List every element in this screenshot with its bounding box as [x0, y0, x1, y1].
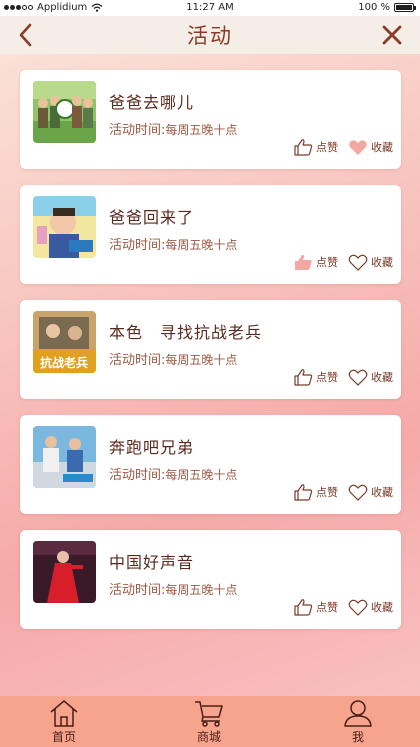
heart-icon: [348, 599, 368, 616]
thumbs-up-icon: [294, 139, 313, 156]
activity-time: 活动时间:每周五晚十点: [109, 119, 237, 138]
home-icon: [50, 700, 78, 727]
tab-me-label: 我: [351, 730, 364, 744]
time-label: 活动时间:: [109, 353, 166, 368]
activity-title: 奔跑吧兄弟: [109, 438, 195, 457]
favorite-button[interactable]: 收藏: [348, 254, 393, 271]
activity-actions: 点赞 收藏: [293, 138, 393, 156]
like-button[interactable]: 点赞: [293, 253, 338, 271]
time-value: 每周五晚十点: [165, 238, 238, 252]
favorite-label: 收藏: [371, 141, 393, 154]
activity-card[interactable]: 中国好声音 活动时间:每周五晚十点 点赞 收藏: [20, 530, 401, 629]
activity-actions: 点赞 收藏: [293, 598, 393, 616]
thumbs-up-icon: [294, 369, 313, 386]
favorite-button[interactable]: 收藏: [348, 139, 393, 156]
like-label: 点赞: [316, 486, 338, 499]
thumbs-up-filled-icon: [295, 254, 312, 270]
thumbs-up-icon: [294, 484, 313, 501]
favorite-button[interactable]: 收藏: [348, 599, 393, 616]
nav-bar: 活动: [0, 16, 420, 54]
activity-time: 活动时间:每周五晚十点: [109, 579, 237, 598]
time-label: 活动时间:: [109, 123, 166, 138]
time-value: 每周五晚十点: [165, 583, 238, 597]
time-value: 每周五晚十点: [165, 353, 238, 367]
favorite-label: 收藏: [371, 256, 393, 269]
tab-mall[interactable]: 商城: [169, 696, 249, 747]
activity-actions: 点赞 收藏: [293, 483, 393, 501]
activity-thumbnail: 抗战老兵: [33, 311, 96, 373]
time-label: 活动时间:: [109, 583, 166, 598]
user-icon: [344, 700, 372, 727]
tab-bar: 首页 商城 我: [0, 696, 420, 747]
activity-card[interactable]: 爸爸去哪儿 活动时间:每周五晚十点 点赞 收藏: [20, 70, 401, 169]
back-arrow-icon[interactable]: [14, 22, 38, 48]
status-right: 100 %: [358, 2, 416, 13]
status-bar: Applidium 11:27 AM 100 %: [0, 0, 420, 16]
activity-thumbnail: [33, 81, 96, 143]
heart-icon: [348, 369, 368, 386]
tab-home[interactable]: 首页: [24, 696, 104, 747]
heart-icon: [348, 484, 368, 501]
tab-home-label: 首页: [51, 730, 76, 744]
activity-card[interactable]: 抗战老兵 本色 寻找抗战老兵 活动时间:每周五晚十点 点赞 收藏: [20, 300, 401, 399]
time-label: 活动时间:: [109, 238, 166, 253]
activity-thumbnail: [33, 541, 96, 603]
activity-card[interactable]: 奔跑吧兄弟 活动时间:每周五晚十点 点赞 收藏: [20, 415, 401, 514]
battery-icon: [394, 3, 416, 12]
activity-actions: 点赞 收藏: [293, 368, 393, 386]
activity-thumbnail: [33, 196, 96, 258]
activity-actions: 点赞 收藏: [293, 253, 393, 271]
close-icon[interactable]: [380, 23, 404, 47]
battery-percent: 100 %: [358, 2, 390, 13]
like-label: 点赞: [316, 371, 338, 384]
thumb-text: 抗战老兵: [40, 355, 88, 370]
like-button[interactable]: 点赞: [293, 368, 338, 386]
activity-title: 爸爸回来了: [109, 208, 195, 227]
heart-icon: [348, 254, 368, 271]
like-label: 点赞: [316, 141, 338, 154]
favorite-label: 收藏: [371, 486, 393, 499]
time-value: 每周五晚十点: [165, 123, 238, 137]
heart-filled-icon: [349, 139, 367, 155]
activity-time: 活动时间:每周五晚十点: [109, 464, 237, 483]
cart-icon: [195, 701, 223, 727]
status-time: 11:27 AM: [186, 2, 234, 13]
tab-me[interactable]: 我: [318, 696, 398, 747]
like-button[interactable]: 点赞: [293, 138, 338, 156]
activity-time: 活动时间:每周五晚十点: [109, 234, 237, 253]
like-button[interactable]: 点赞: [293, 483, 338, 501]
time-value: 每周五晚十点: [165, 468, 238, 482]
like-label: 点赞: [316, 601, 338, 614]
favorite-button[interactable]: 收藏: [348, 484, 393, 501]
tab-mall-label: 商城: [196, 730, 221, 744]
favorite-button[interactable]: 收藏: [348, 369, 393, 386]
activity-title: 本色 寻找抗战老兵: [109, 323, 263, 342]
activity-thumbnail: [33, 426, 96, 488]
time-label: 活动时间:: [109, 468, 166, 483]
like-button[interactable]: 点赞: [293, 598, 338, 616]
like-label: 点赞: [316, 256, 338, 269]
favorite-label: 收藏: [371, 371, 393, 384]
activity-time: 活动时间:每周五晚十点: [109, 349, 237, 368]
activity-card[interactable]: 爸爸回来了 活动时间:每周五晚十点 点赞 收藏: [20, 185, 401, 284]
activity-title: 中国好声音: [109, 553, 195, 572]
thumbs-up-icon: [294, 599, 313, 616]
page-title: 活动: [187, 24, 233, 48]
favorite-label: 收藏: [371, 601, 393, 614]
activity-title: 爸爸去哪儿: [109, 93, 195, 112]
